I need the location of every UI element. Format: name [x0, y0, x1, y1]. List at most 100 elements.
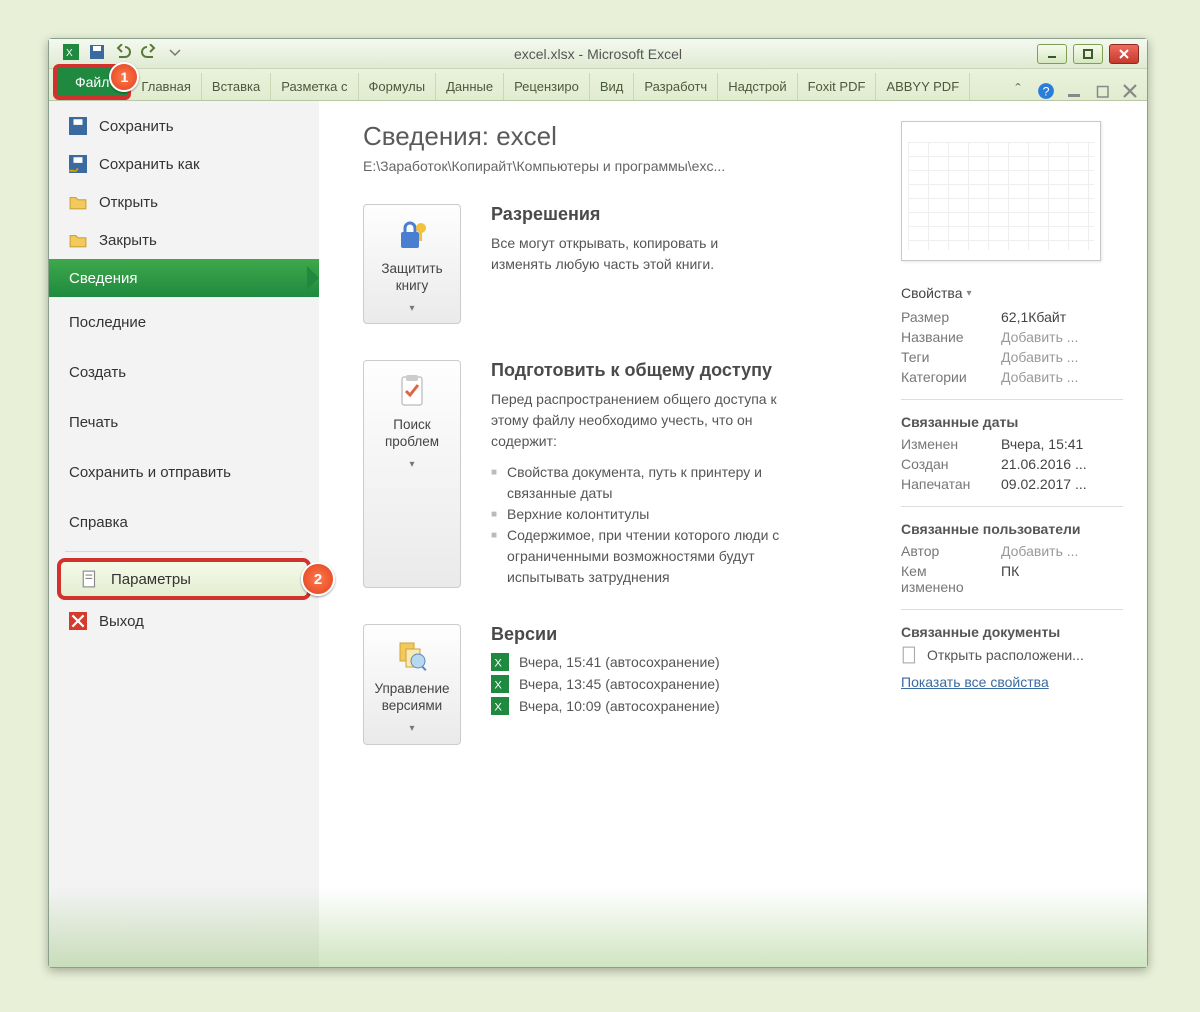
versions-heading: Версии: [491, 624, 720, 645]
backstage-view: Сохранить Сохранить как Открыть Закрыть …: [49, 101, 1147, 967]
ribbon-caption-buttons: ˆ ?: [1009, 82, 1147, 100]
prop-created: Создан21.06.2016 ...: [901, 456, 1123, 472]
title-bar: X excel.xlsx - Microsoft Excel: [49, 39, 1147, 69]
sidebar-item-recent[interactable]: Последние: [49, 297, 319, 347]
save-icon: [69, 117, 87, 135]
save-as-icon: [69, 155, 87, 173]
check-issues-button[interactable]: Поиск проблем ▾: [363, 360, 461, 588]
prop-last-modified-by: Кем измененоПК: [901, 563, 1123, 595]
tab-formulas[interactable]: Формулы: [359, 73, 437, 100]
prop-printed: Напечатан09.02.2017 ...: [901, 476, 1123, 492]
tab-insert[interactable]: Вставка: [202, 73, 271, 100]
doc-close-icon[interactable]: [1121, 82, 1139, 100]
sidebar-item-label: Сохранить и отправить: [69, 464, 231, 481]
open-icon: [69, 193, 87, 211]
svg-text:?: ?: [1043, 85, 1050, 99]
protect-workbook-label: Защитить книгу: [370, 261, 454, 295]
svg-text:X: X: [66, 48, 73, 59]
close-button[interactable]: [1109, 44, 1139, 64]
sidebar-item-label: Параметры: [111, 571, 191, 588]
versions-icon: [394, 637, 430, 673]
properties-dropdown[interactable]: Свойства: [901, 285, 1123, 301]
section-versions: Управление версиями ▾ Версии XВчера, 15:…: [363, 624, 877, 744]
minimize-button[interactable]: [1037, 44, 1067, 64]
sidebar-item-options[interactable]: Параметры 2: [57, 558, 311, 600]
sidebar-item-info[interactable]: Сведения: [49, 259, 319, 297]
version-row[interactable]: XВчера, 13:45 (автосохранение): [491, 675, 720, 693]
tab-data[interactable]: Данные: [436, 73, 504, 100]
sidebar-item-label: Печать: [69, 414, 118, 431]
excel-file-icon: X: [491, 653, 509, 671]
manage-versions-button[interactable]: Управление версиями ▾: [363, 624, 461, 744]
manage-versions-label: Управление версиями: [370, 681, 454, 715]
prepare-bullet: Содержимое, при чтении которого люди с о…: [491, 525, 781, 588]
qat-more-icon[interactable]: [167, 44, 183, 63]
prop-name[interactable]: НазваниеДобавить ...: [901, 329, 1123, 345]
prop-tags[interactable]: ТегиДобавить ...: [901, 349, 1123, 365]
permissions-text: Все могут открывать, копировать и изменя…: [491, 233, 781, 275]
protect-workbook-button[interactable]: Защитить книгу ▾: [363, 204, 461, 324]
permissions-body: Разрешения Все могут открывать, копирова…: [491, 204, 781, 324]
page-title: Сведения: excel: [363, 121, 877, 152]
tab-addins[interactable]: Надстрой: [718, 73, 797, 100]
open-location-button[interactable]: Открыть расположени...: [901, 646, 1123, 664]
tab-file[interactable]: Файл 1: [53, 64, 131, 100]
sidebar-item-label: Открыть: [99, 194, 158, 211]
sidebar-item-exit[interactable]: Выход: [49, 602, 319, 640]
prop-author[interactable]: АвторДобавить ...: [901, 543, 1123, 559]
sidebar-item-help[interactable]: Справка: [49, 497, 319, 547]
tab-abbyy[interactable]: ABBYY PDF: [876, 73, 970, 100]
prepare-intro: Перед распространением общего доступа к …: [491, 389, 781, 452]
excel-icon: X: [63, 44, 79, 63]
tab-home[interactable]: Главная: [131, 73, 201, 100]
chevron-down-icon: ▾: [409, 723, 414, 736]
sidebar-item-label: Справка: [69, 514, 128, 531]
related-dates-heading: Связанные даты: [901, 414, 1123, 430]
tab-foxit[interactable]: Foxit PDF: [798, 73, 877, 100]
version-row[interactable]: XВчера, 10:09 (автосохранение): [491, 697, 720, 715]
ribbon-minimize-icon[interactable]: ˆ: [1009, 82, 1027, 100]
doc-minimize-icon[interactable]: [1065, 82, 1083, 100]
prepare-bullet: Верхние колонтитулы: [491, 504, 781, 525]
tab-view[interactable]: Вид: [590, 73, 635, 100]
sidebar-item-label: Выход: [99, 613, 144, 630]
tab-developer[interactable]: Разработч: [634, 73, 718, 100]
prop-categories[interactable]: КатегорииДобавить ...: [901, 369, 1123, 385]
sidebar-item-print[interactable]: Печать: [49, 397, 319, 447]
document-icon: [901, 646, 919, 664]
close-folder-icon: [69, 231, 87, 249]
undo-icon[interactable]: [115, 44, 131, 63]
document-thumbnail: [901, 121, 1101, 261]
annotation-2: 2: [301, 562, 335, 596]
sidebar-item-label: Сохранить как: [99, 156, 200, 173]
tab-review[interactable]: Рецензиро: [504, 73, 590, 100]
sidebar-item-close[interactable]: Закрыть: [49, 221, 319, 259]
doc-restore-icon[interactable]: [1093, 82, 1111, 100]
svg-text:X: X: [494, 658, 502, 670]
tab-layout[interactable]: Разметка с: [271, 73, 358, 100]
sidebar-item-save[interactable]: Сохранить: [49, 107, 319, 145]
versions-body: Версии XВчера, 15:41 (автосохранение) XВ…: [491, 624, 720, 744]
maximize-button[interactable]: [1073, 44, 1103, 64]
sidebar-item-open[interactable]: Открыть: [49, 183, 319, 221]
sidebar-item-label: Последние: [69, 314, 146, 331]
check-issues-label: Поиск проблем: [370, 417, 454, 451]
sidebar-item-save-as[interactable]: Сохранить как: [49, 145, 319, 183]
divider: [901, 506, 1123, 507]
help-icon[interactable]: ?: [1037, 82, 1055, 100]
file-path: E:\Заработок\Копирайт\Компьютеры и прогр…: [363, 158, 877, 174]
version-row[interactable]: XВчера, 15:41 (автосохранение): [491, 653, 720, 671]
window-title: excel.xlsx - Microsoft Excel: [49, 46, 1147, 62]
sidebar-item-new[interactable]: Создать: [49, 347, 319, 397]
save-icon[interactable]: [89, 44, 105, 63]
quick-access-toolbar: X: [49, 44, 197, 63]
ribbon-tabs: Файл 1 Главная Вставка Разметка с Формул…: [49, 69, 1147, 101]
backstage-sidebar: Сохранить Сохранить как Открыть Закрыть …: [49, 101, 319, 967]
redo-icon[interactable]: [141, 44, 157, 63]
sidebar-item-label: Закрыть: [99, 232, 157, 249]
show-all-properties-link[interactable]: Показать все свойства: [901, 674, 1049, 690]
sidebar-item-save-send[interactable]: Сохранить и отправить: [49, 447, 319, 497]
permissions-heading: Разрешения: [491, 204, 781, 225]
chevron-down-icon: ▾: [409, 303, 414, 316]
lock-key-icon: [394, 217, 430, 253]
